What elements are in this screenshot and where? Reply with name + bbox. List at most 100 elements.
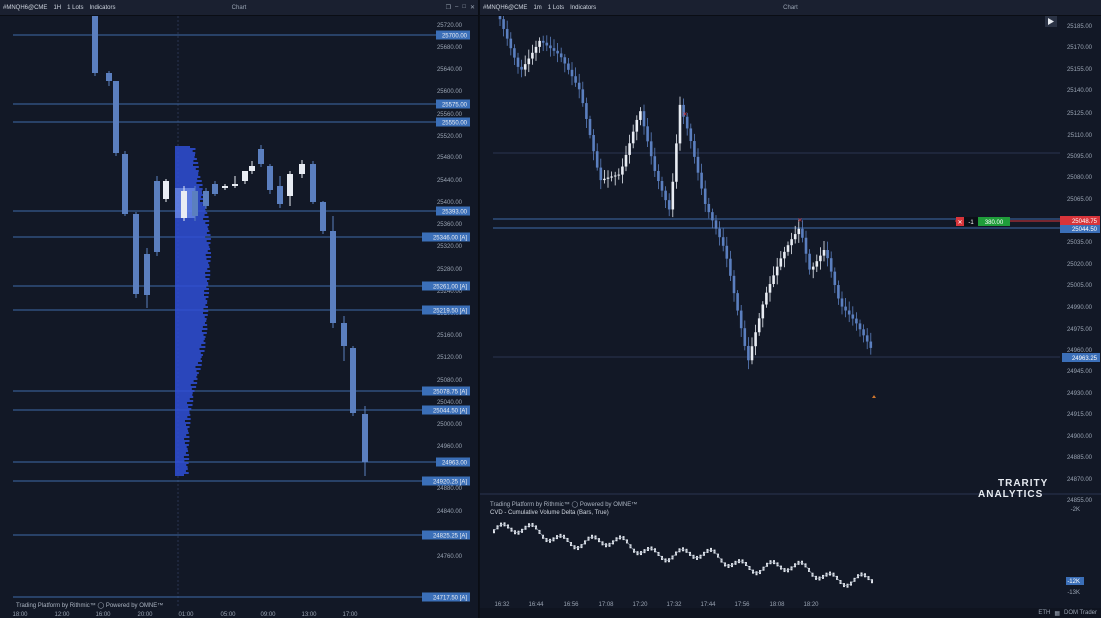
candle-body <box>862 329 865 336</box>
candle-body <box>779 258 783 267</box>
right-chart-toolbar: #MNQH6@CME 1m 1 Lots Indicators Chart <box>480 0 1101 16</box>
candle-body <box>154 181 160 252</box>
price-tick: 24870.00 <box>1067 477 1093 483</box>
candle-body <box>768 284 772 293</box>
left-symbol-selector[interactable]: #MNQH6@CME <box>3 5 47 11</box>
right-indicators-button[interactable]: Indicators <box>570 5 596 11</box>
candle-body <box>855 318 858 324</box>
position-pnl: 380.00 <box>985 220 1004 226</box>
candle-body <box>203 191 209 206</box>
time-tick: 13:00 <box>301 612 317 618</box>
candle-body <box>330 231 336 323</box>
price-tick: 25640.00 <box>437 67 463 73</box>
left-chart-toolbar: #MNQH6@CME 1H 1 Lots Indicators Chart ❐ … <box>0 0 478 16</box>
price-tick: 25720.00 <box>437 23 463 29</box>
right-chart-pane[interactable]: #MNQH6@CME 1m 1 Lots Indicators Chart ↖ … <box>480 0 1101 618</box>
candle-body <box>163 181 169 199</box>
price-tick: 24880.00 <box>437 486 463 492</box>
calendar-icon[interactable]: ▦ <box>1054 610 1060 617</box>
candle-body <box>556 50 559 54</box>
left-timeframe-selector[interactable]: 1H <box>53 5 61 11</box>
candle-body <box>743 328 747 346</box>
maximize-icon[interactable]: □ <box>462 4 466 11</box>
level-tag: 25550.00 <box>442 121 468 127</box>
price-tick: 24900.00 <box>1067 434 1093 440</box>
candle-body <box>509 38 513 49</box>
candle-body <box>181 191 187 218</box>
left-window-controls: ❐ – □ ✕ <box>446 4 475 11</box>
candle-body <box>299 164 305 174</box>
candle-body <box>678 104 682 144</box>
candle-body <box>693 141 696 157</box>
time-tick: 12:00 <box>54 612 70 618</box>
price-tick: 24855.00 <box>1067 498 1093 504</box>
right-lots-selector[interactable]: 1 Lots <box>548 5 564 11</box>
time-tick: 09:00 <box>260 612 276 618</box>
candle-body <box>822 250 826 256</box>
candle-body <box>538 40 541 47</box>
candle-body <box>621 166 624 175</box>
candle-body <box>267 166 273 190</box>
candle-body <box>516 57 520 67</box>
price-tick: 25005.00 <box>1067 283 1093 289</box>
candle-body <box>649 141 653 157</box>
candle-body <box>847 310 851 315</box>
close-icon[interactable]: ✕ <box>470 4 475 11</box>
price-tick: 25185.00 <box>1067 24 1093 30</box>
time-tick: 20:00 <box>137 612 153 618</box>
candle-body <box>350 348 356 413</box>
candle-body <box>750 346 754 361</box>
price-tick: 25560.00 <box>437 112 463 118</box>
candle-body <box>685 116 689 129</box>
last-price-tag: 24963.25 <box>1072 356 1098 362</box>
candle-body <box>531 52 534 59</box>
candle-body <box>563 57 567 64</box>
right-powered-by: Trading Platform by Rithmic™ ◯ Powered b… <box>490 502 638 508</box>
dom-trader-button[interactable]: DOM Trader <box>1064 610 1097 616</box>
left-powered-by: Trading Platform by Rithmic™ ◯ Powered b… <box>16 603 164 609</box>
right-price-chart[interactable]: ✕ ✕ 25185.00 25170.00 25155.00 25140.00 25125… <box>480 16 1101 618</box>
level-tag: 25575.00 <box>442 103 468 109</box>
candle-body <box>549 45 552 49</box>
price-tick: 25080.00 <box>1067 175 1093 181</box>
candle-body <box>595 151 599 168</box>
candle-body <box>808 253 811 270</box>
session-selector[interactable]: ETH <box>1038 610 1050 616</box>
candle-body <box>277 186 283 204</box>
candle-body <box>775 266 779 276</box>
candle-body <box>628 143 631 155</box>
candle-body <box>92 16 98 73</box>
restore-icon[interactable]: ❐ <box>446 4 451 11</box>
right-symbol-selector[interactable]: #MNQH6@CME <box>483 5 527 11</box>
level-tag: 25700.00 <box>442 34 468 40</box>
candle-body <box>635 119 639 132</box>
time-tick: 05:00 <box>220 612 236 618</box>
candle-body <box>736 293 739 311</box>
right-timeframe-selector[interactable]: 1m <box>533 5 541 11</box>
close-icon: ✕ <box>957 220 962 226</box>
left-chart-pane[interactable]: #MNQH6@CME 1H 1 Lots Indicators Chart ❐ … <box>0 0 479 618</box>
left-indicators-button[interactable]: Indicators <box>89 5 115 11</box>
price-tick: 25035.00 <box>1067 240 1093 246</box>
price-tick: 25360.00 <box>437 222 463 228</box>
candle-body <box>642 111 646 127</box>
candle-body <box>502 19 505 29</box>
candle-body <box>258 149 264 164</box>
candle-body <box>606 177 610 179</box>
level-tag: 25346.00 [A] <box>433 236 467 242</box>
price-tick: 25480.00 <box>437 155 463 161</box>
left-lots-selector[interactable]: 1 Lots <box>67 5 83 11</box>
price-tick: 25000.00 <box>437 422 463 428</box>
price-tick: 25400.00 <box>437 200 463 206</box>
minimize-icon[interactable]: – <box>455 4 458 11</box>
price-tick: 24960.00 <box>437 444 463 450</box>
candle-body <box>703 188 707 204</box>
price-tag: 25044.50 <box>1072 227 1098 233</box>
candle-body <box>718 228 721 238</box>
candle-body <box>772 275 775 285</box>
candle-body <box>545 42 549 46</box>
candle-body <box>837 285 840 299</box>
price-tick: 25155.00 <box>1067 67 1093 73</box>
left-price-chart[interactable]: 25720.00 25680.00 25640.00 25600.00 25560.00… <box>0 16 478 618</box>
time-tick: 01:00 <box>178 612 194 618</box>
